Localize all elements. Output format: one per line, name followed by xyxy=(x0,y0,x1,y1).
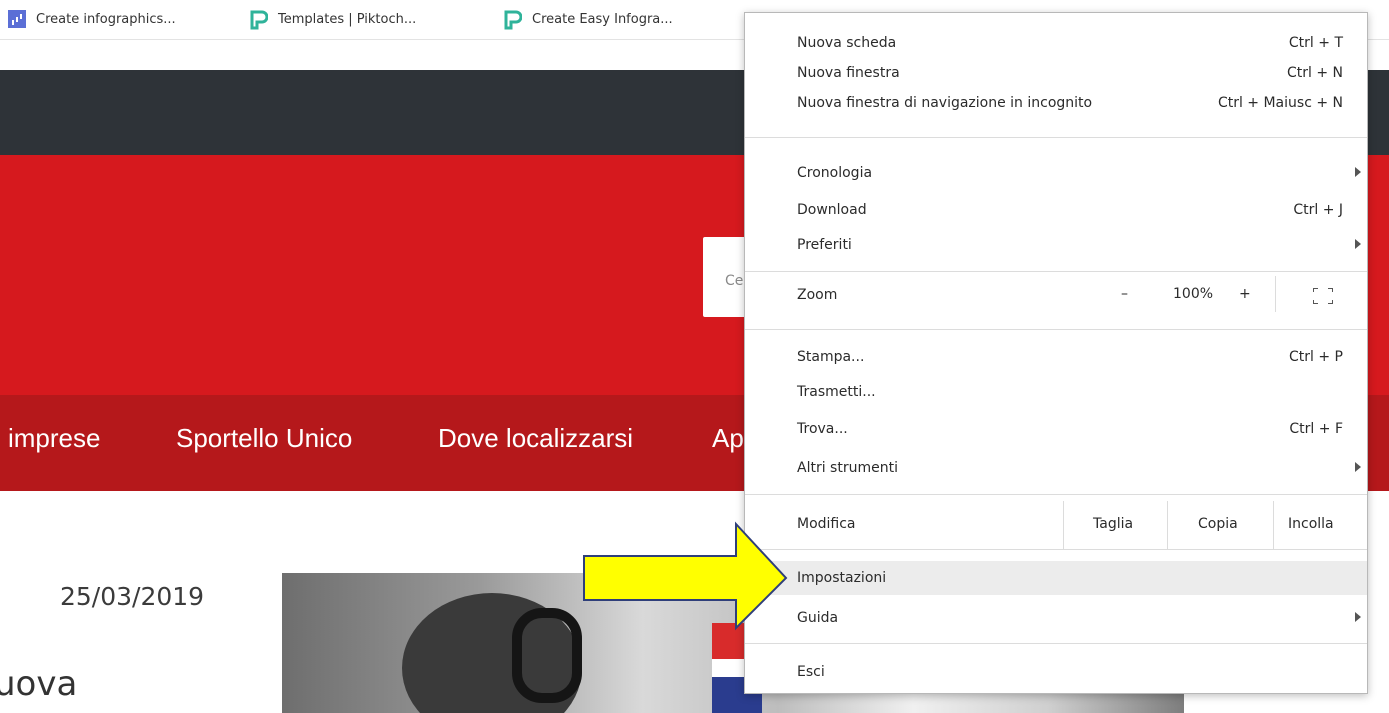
menu-separator xyxy=(745,643,1367,644)
cut-button-label: Taglia xyxy=(1093,516,1134,532)
browser-main-menu: Nuova scheda Ctrl + T Nuova finestra Ctr… xyxy=(744,12,1368,694)
submenu-arrow-icon xyxy=(1355,612,1361,622)
menu-separator xyxy=(745,271,1367,272)
menu-item-shortcut: Ctrl + T xyxy=(1288,35,1343,51)
bar-chart-icon xyxy=(8,10,26,28)
menu-separator xyxy=(1275,276,1276,312)
menu-item-history[interactable]: Cronologia xyxy=(745,158,1367,188)
nav-item-dove-localizzarsi[interactable]: Dove localizzarsi xyxy=(438,423,633,454)
menu-item-shortcut: Ctrl + F xyxy=(1289,421,1343,437)
menu-item-label: Zoom xyxy=(797,287,838,303)
article-date: 25/03/2019 xyxy=(60,582,205,611)
zoom-level: 100% xyxy=(1173,286,1214,302)
menu-item-label: Trova... xyxy=(797,421,848,437)
menu-item-new-window[interactable]: Nuova finestra Ctrl + N xyxy=(745,58,1367,88)
zoom-in-button[interactable]: + xyxy=(1239,286,1251,302)
menu-item-shortcut: Ctrl + Maiusc + N xyxy=(1217,95,1343,111)
piktochart-icon xyxy=(250,10,268,30)
menu-item-label: Altri strumenti xyxy=(797,460,898,476)
search-placeholder: Ce xyxy=(725,273,744,289)
cut-button[interactable]: Taglia xyxy=(1063,501,1167,549)
article-title-fragment[interactable]: uova xyxy=(0,664,77,704)
menu-item-print[interactable]: Stampa... Ctrl + P xyxy=(745,342,1367,372)
menu-item-shortcut: Ctrl + N xyxy=(1286,65,1343,81)
menu-item-label: Esci xyxy=(797,664,825,680)
menu-item-help[interactable]: Guida xyxy=(745,603,1367,633)
nav-item-sportello-unico[interactable]: Sportello Unico xyxy=(176,423,352,454)
bookmark-label: Create Easy Infogra... xyxy=(532,11,673,27)
menu-item-find[interactable]: Trova... Ctrl + F xyxy=(745,414,1367,444)
submenu-arrow-icon xyxy=(1355,167,1361,177)
menu-item-incognito[interactable]: Nuova finestra di navigazione in incogni… xyxy=(745,88,1367,118)
paste-button[interactable]: Incolla xyxy=(1273,501,1367,549)
menu-item-label: Stampa... xyxy=(797,349,865,365)
menu-item-label: Nuova finestra di navigazione in incogni… xyxy=(797,95,1093,111)
copy-button-label: Copia xyxy=(1198,516,1238,532)
menu-separator xyxy=(745,137,1367,138)
menu-item-shortcut: Ctrl + P xyxy=(1289,349,1343,365)
menu-item-label: Trasmetti... xyxy=(797,384,876,400)
menu-item-settings[interactable]: Impostazioni xyxy=(745,561,1367,595)
menu-item-label: Download xyxy=(797,202,867,218)
menu-separator xyxy=(745,549,1367,550)
bookmark-label: Create infographics... xyxy=(36,11,176,27)
nav-item-imprese[interactable]: imprese xyxy=(8,423,100,454)
menu-item-label: Impostazioni xyxy=(797,570,887,586)
menu-item-downloads[interactable]: Download Ctrl + J xyxy=(745,195,1367,225)
photo-headphones xyxy=(512,608,582,703)
menu-item-label: Nuova finestra xyxy=(797,65,900,81)
nav-item-ap[interactable]: Ap xyxy=(712,423,744,454)
menu-item-cast[interactable]: Trasmetti... xyxy=(745,377,1367,407)
menu-item-label: Cronologia xyxy=(797,165,873,181)
menu-item-more-tools[interactable]: Altri strumenti xyxy=(745,453,1367,483)
yellow-pointer-arrow-icon xyxy=(583,521,788,631)
menu-item-label: Preferiti xyxy=(797,237,852,253)
submenu-arrow-icon xyxy=(1355,462,1361,472)
menu-item-shortcut: Ctrl + J xyxy=(1293,202,1343,218)
zoom-out-button[interactable]: – xyxy=(1121,286,1128,302)
bookmark-label: Templates | Piktoch... xyxy=(278,11,417,27)
menu-item-exit[interactable]: Esci xyxy=(745,657,1367,687)
menu-separator xyxy=(745,494,1367,495)
menu-item-zoom: Zoom – 100% + xyxy=(745,276,1367,312)
menu-item-label: Nuova scheda xyxy=(797,35,897,51)
menu-item-bookmarks[interactable]: Preferiti xyxy=(745,230,1367,260)
menu-item-edit: Modifica Taglia Copia Incolla xyxy=(745,501,1367,549)
submenu-arrow-icon xyxy=(1355,239,1361,249)
paste-button-label: Incolla xyxy=(1288,516,1334,532)
piktochart-icon xyxy=(504,10,522,30)
menu-separator xyxy=(745,329,1367,330)
bookmark-create-infographics[interactable]: Create infographics... xyxy=(8,8,176,30)
copy-button[interactable]: Copia xyxy=(1167,501,1273,549)
menu-item-label: Modifica xyxy=(797,516,856,532)
fullscreen-icon[interactable] xyxy=(1313,288,1333,304)
bookmark-templates-piktochart[interactable]: Templates | Piktoch... xyxy=(250,8,416,30)
menu-item-label: Guida xyxy=(797,610,839,626)
bookmark-create-easy-infographics[interactable]: Create Easy Infogra... xyxy=(504,8,673,30)
menu-item-new-tab[interactable]: Nuova scheda Ctrl + T xyxy=(745,28,1367,58)
